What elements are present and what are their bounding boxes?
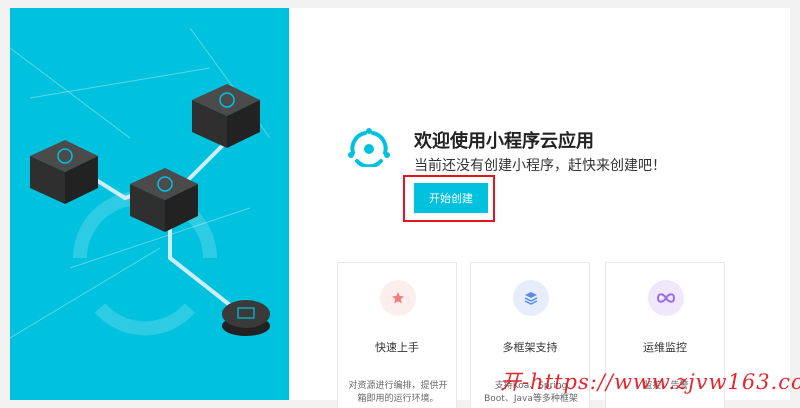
content-panel: 欢迎使用小程序云应用 当前还没有创建小程序，赶快来创建吧！ 开始创建 快速上手 …	[10, 8, 790, 408]
star-icon	[380, 280, 416, 316]
card-desc: 对资源进行编排，提供开箱即用的运行环境。	[348, 381, 448, 404]
feature-card-quick-start: 快速上手 对资源进行编排，提供开箱即用的运行环境。	[337, 262, 457, 408]
card-title: 运维监控	[643, 341, 687, 354]
server-cube-left	[30, 140, 98, 204]
welcome-title: 欢迎使用小程序云应用	[414, 131, 594, 152]
cloud-app-logo-icon	[348, 128, 390, 167]
welcome-subtitle: 当前还没有创建小程序，赶快来创建吧！	[414, 158, 666, 174]
card-title: 多框架支持	[502, 341, 558, 354]
watermark-text: 开-https://www.zjvw163.com	[500, 370, 800, 394]
start-create-button[interactable]: 开始创建	[414, 183, 488, 213]
server-cube-top	[192, 84, 260, 148]
layers-icon	[513, 280, 549, 316]
card-title: 快速上手	[375, 341, 419, 354]
device-disc	[222, 300, 270, 336]
hero-illustration	[10, 8, 289, 400]
infinity-icon	[648, 280, 684, 316]
